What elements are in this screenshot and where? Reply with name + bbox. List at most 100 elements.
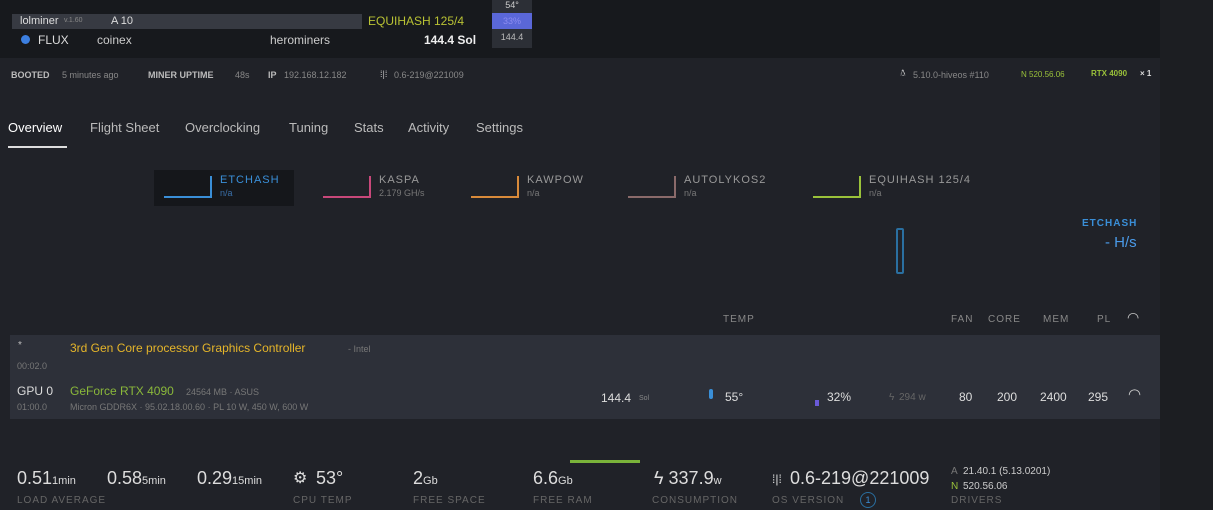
algo-value: n/a (684, 188, 697, 198)
kaspa-sparkline (323, 176, 371, 198)
gpu-fan-setting: 80 (959, 390, 973, 404)
gpu-fan-percent: 32% (827, 390, 852, 404)
gpu-details: Micron GDDR6X · 95.02.18.00.60 · PL 10 W… (70, 402, 309, 412)
igpu-name: 3rd Gen Core processor Graphics Controll… (70, 341, 306, 355)
free-ram-label: FREE RAM (533, 495, 593, 506)
free-ram: 6.6Gb (533, 468, 573, 488)
power-icon: ϟ (889, 392, 895, 403)
col-core: CORE (988, 314, 1021, 325)
algo-value: n/a (220, 188, 233, 198)
amd-driver: 21.40.1 (5.13.0201) (963, 466, 1051, 477)
mini-hash: 144.4 (500, 32, 524, 42)
gpu-power: 294 w (899, 392, 926, 403)
tab-overclocking[interactable]: Overclocking (185, 120, 260, 135)
miner-header (0, 0, 1160, 58)
drivers-label: DRIVERS (951, 495, 1003, 506)
gpu-name: GeForce RTX 4090 (70, 384, 174, 398)
algo-kawpow[interactable]: KAWPOW n/a (461, 170, 601, 206)
temp-indicator-icon (709, 389, 713, 399)
nvidia-driver-icon: N (951, 481, 959, 492)
cpu-icon: ⚙︎ (293, 470, 308, 487)
mini-fan: 33% (492, 13, 532, 29)
mini-gpu-stats: 54° 33% 144.4 (492, 0, 532, 48)
gpu-mem-vendor: 24564 MB · ASUS (186, 387, 260, 397)
consumption-label: CONSUMPTION (652, 495, 738, 506)
hashrate-chart-bar (896, 228, 904, 274)
tab-flight-sheet[interactable]: Flight Sheet (90, 120, 159, 135)
fan-indicator-icon (815, 400, 819, 406)
tab-stats[interactable]: Stats (354, 120, 384, 135)
tab-tuning[interactable]: Tuning (289, 120, 328, 135)
kawpow-sparkline (471, 176, 519, 198)
algo-equihash[interactable]: EQUIHASH 125/4 n/a (803, 170, 1003, 206)
col-pl: PL (1097, 314, 1112, 325)
gpu-model: RTX 4090 (1091, 69, 1128, 78)
cpu-temp: 53° (316, 468, 344, 488)
gpu-count: × 1 (1140, 69, 1152, 78)
load-1min: 0.511min (17, 468, 76, 488)
consumption: ϟ 337.9w (654, 468, 722, 488)
chart-hashrate-label: - H/s (1105, 234, 1137, 251)
igpu-bus: 00:02.0 (17, 361, 48, 371)
tab-activity[interactable]: Activity (408, 120, 449, 135)
igpu-index: * (18, 340, 22, 351)
algo-name: KAWPOW (527, 174, 584, 186)
equihash-sparkline (813, 176, 861, 198)
ip-label: IP (268, 70, 277, 80)
booted-value: 5 minutes ago (62, 70, 119, 80)
mini-temp: 54° (505, 0, 519, 10)
uptime-value: 48s (235, 70, 250, 80)
load-15min: 0.2915min (197, 468, 263, 488)
gpu-mem-clock: 2400 (1040, 390, 1067, 404)
miner-hashrate: 144.4 Sol (424, 33, 477, 47)
gpu-hashrate: 144.4 (601, 391, 632, 405)
algo-autolykos2[interactable]: AUTOLYKOS2 n/a (618, 170, 788, 206)
tab-settings[interactable]: Settings (476, 120, 523, 135)
col-fan: FAN (951, 314, 974, 325)
gpu-power-limit: 295 (1088, 390, 1109, 404)
free-ram-bar (570, 460, 640, 463)
ip-value: 192.168.12.182 (284, 70, 347, 80)
uptime-label: MINER UPTIME (148, 70, 214, 80)
hive-os-icon: ⁞|⁞ (772, 472, 782, 486)
algo-name: ETCHASH (220, 174, 280, 186)
tab-overview[interactable]: Overview (8, 120, 62, 135)
algo-value: n/a (527, 188, 540, 198)
gpu-temp: 55° (725, 390, 744, 404)
gpu-core-clock: 200 (997, 390, 1018, 404)
etchash-sparkline (164, 176, 212, 198)
hive-icon: ⁞|⁞ (380, 69, 388, 79)
igpu-vendor: - Intel (348, 344, 371, 354)
algo-etchash[interactable]: ETCHASH n/a (154, 170, 294, 206)
load-5min: 0.585min (107, 468, 166, 488)
active-tab-indicator (8, 146, 67, 148)
miner-gpus: A 10 (111, 15, 134, 27)
os-version: 0.6-219@221009 (790, 468, 930, 488)
nvidia-driver-version: 520.56.06 (963, 481, 1008, 492)
nvidia-driver: N 520.56.06 (1021, 70, 1065, 79)
wallet: coinex (97, 33, 132, 47)
miner-name: lolminer (20, 15, 59, 27)
amd-driver-icon: A (951, 466, 958, 477)
os-version-top: 0.6-219@221009 (394, 70, 464, 80)
coin: FLUX (38, 33, 69, 47)
right-panel (1160, 0, 1213, 510)
gauge-all-icon[interactable]: ◠ (1127, 309, 1139, 326)
os-update-badge[interactable]: 1 (860, 492, 876, 508)
algo-kaspa[interactable]: KASPA 2.179 GH/s (313, 170, 453, 206)
algo-name: KASPA (379, 174, 420, 186)
col-temp: TEMP (723, 314, 755, 325)
gpu-bus: 01:00.0 (17, 402, 48, 412)
algo-value: 2.179 GH/s (379, 188, 425, 198)
gpu-hash-unit: Sol (639, 395, 650, 402)
os-version-label: OS VERSION (772, 495, 845, 506)
cpu-temp-label: CPU TEMP (293, 495, 353, 506)
flux-coin-icon (21, 35, 30, 44)
autolykos2-sparkline (628, 176, 676, 198)
gpu-gauge-icon[interactable]: ◠ (1128, 385, 1141, 403)
kernel: 5.10.0-hiveos #110 (913, 70, 989, 80)
load-label: LOAD AVERAGE (17, 495, 107, 506)
pool: herominers (270, 33, 331, 47)
gpu-index: GPU 0 (17, 384, 54, 398)
col-mem: MEM (1043, 314, 1070, 325)
